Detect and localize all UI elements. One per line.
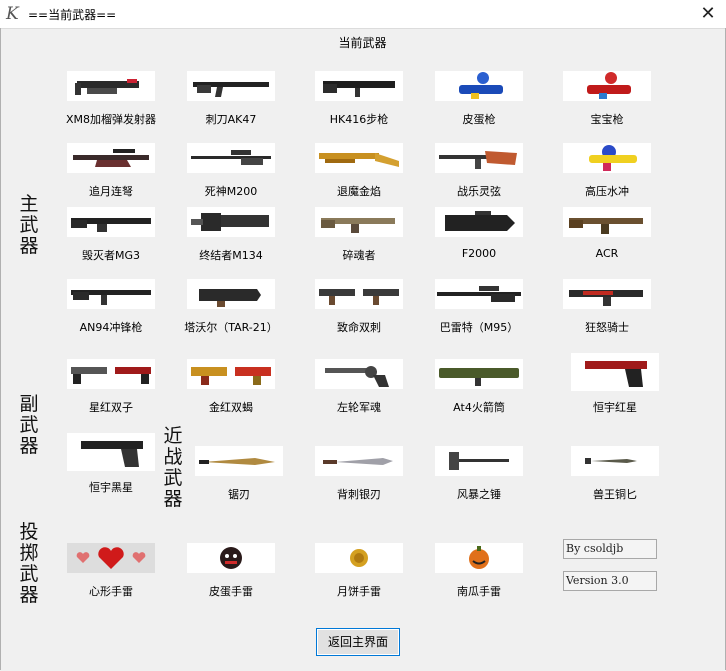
weapon-label: 皮蛋手雷 (209, 585, 253, 598)
weapon-label: 左轮军魂 (337, 401, 381, 414)
red-pistol-icon (571, 353, 659, 391)
weapon-label: 退魔金焰 (337, 185, 381, 198)
dual-smg-icon (315, 279, 403, 309)
crossbow-icon (67, 143, 155, 173)
weapon-label: HK416步枪 (329, 113, 389, 126)
category-secondary: 副武器 (19, 393, 39, 457)
title-bar: K ==当前武器== ✕ (0, 0, 726, 29)
weapon-label: 刺刀AK47 (205, 113, 257, 126)
dual-pistol-icon (67, 359, 155, 389)
weapon-label: 南瓜手雷 (457, 585, 501, 598)
weapon-label: 金红双蝎 (209, 401, 253, 414)
acr-icon (563, 207, 651, 237)
barrett-icon (435, 279, 523, 309)
weapon-label: 终结者M134 (199, 249, 263, 262)
pumpkin-grenade-icon (435, 543, 523, 573)
rocket-launcher-icon (435, 359, 523, 389)
bronze-dagger-icon (571, 446, 659, 476)
heart-grenade-icon (67, 543, 155, 573)
k-logo-icon: K (6, 4, 19, 24)
an94-icon (67, 279, 155, 309)
weapon-label: 致命双刺 (337, 321, 381, 334)
weapon-label: 锯刃 (228, 488, 250, 501)
weapon-label: 战乐灵弦 (457, 185, 501, 198)
guitar-gun-icon (435, 143, 523, 173)
close-button[interactable]: ✕ (690, 0, 726, 28)
rifle-tan-icon (315, 207, 403, 237)
f2000-icon (435, 207, 523, 237)
serrated-blade-icon (195, 446, 283, 476)
grenade-launcher-rifle-icon (67, 71, 155, 101)
ak47-icon (187, 71, 275, 101)
hk416-icon (315, 71, 403, 101)
back-to-main-button[interactable]: 返回主界面 (316, 628, 400, 656)
sniper-m200-icon (187, 143, 275, 173)
golden-shotgun-icon (315, 143, 403, 173)
weapon-label: 追月连弩 (89, 185, 133, 198)
version-textbox[interactable]: Version 3.0 (563, 571, 657, 591)
weapon-label: 宝宝枪 (590, 113, 624, 126)
weapon-label: ACR (595, 247, 619, 260)
weapon-label: 心形手雷 (89, 585, 133, 598)
dual-scorpion-icon (187, 359, 275, 389)
tar21-icon (187, 279, 275, 309)
hammer-icon (435, 446, 523, 476)
black-pistol-icon (67, 433, 155, 471)
egg-grenade-icon (187, 543, 275, 573)
weapon-label: 皮蛋枪 (462, 113, 496, 126)
water-gun-icon (563, 143, 651, 173)
smg-red-icon (563, 279, 651, 309)
mooncake-grenade-icon (315, 543, 403, 573)
weapon-label: 恒宇黑星 (89, 481, 133, 494)
weapon-label: 恒宇红星 (593, 401, 637, 414)
weapon-label: 塔沃尔（TAR-21） (184, 321, 278, 334)
window-title: ==当前武器== (28, 8, 117, 22)
revolver-icon (315, 359, 403, 389)
weapon-label: 高压水冲 (585, 185, 629, 198)
category-throwable: 投掷武器 (19, 521, 39, 606)
weapon-label: 兽王铜匕 (593, 488, 637, 501)
weapon-label: 巴雷特（M95） (439, 321, 519, 334)
weapon-label: XM8加榴弹发射器 (65, 113, 157, 126)
weapon-label: F2000 (461, 247, 497, 260)
page-heading: 当前武器 (338, 36, 387, 50)
toy-gun-blue-icon (435, 71, 523, 101)
weapon-label: 风暴之锤 (457, 488, 501, 501)
category-primary: 主武器 (19, 193, 39, 257)
weapon-label: 狂怒骑士 (585, 321, 629, 334)
minigun-icon (187, 207, 275, 237)
silver-knife-icon (315, 446, 403, 476)
mg3-icon (67, 207, 155, 237)
weapon-label: 背刺银刃 (337, 488, 381, 501)
weapon-label: 毁灭者MG3 (81, 249, 140, 262)
weapon-label: 碎魂者 (342, 249, 376, 262)
weapon-label: 月饼手雷 (337, 585, 381, 598)
weapon-label: 星红双子 (89, 401, 133, 414)
weapon-label: 死神M200 (204, 185, 258, 198)
toy-gun-red-icon (563, 71, 651, 101)
weapon-label: AN94冲锋枪 (79, 321, 143, 334)
weapon-label: At4火箭筒 (453, 401, 505, 414)
author-textbox[interactable]: By csoldjb (563, 539, 657, 559)
